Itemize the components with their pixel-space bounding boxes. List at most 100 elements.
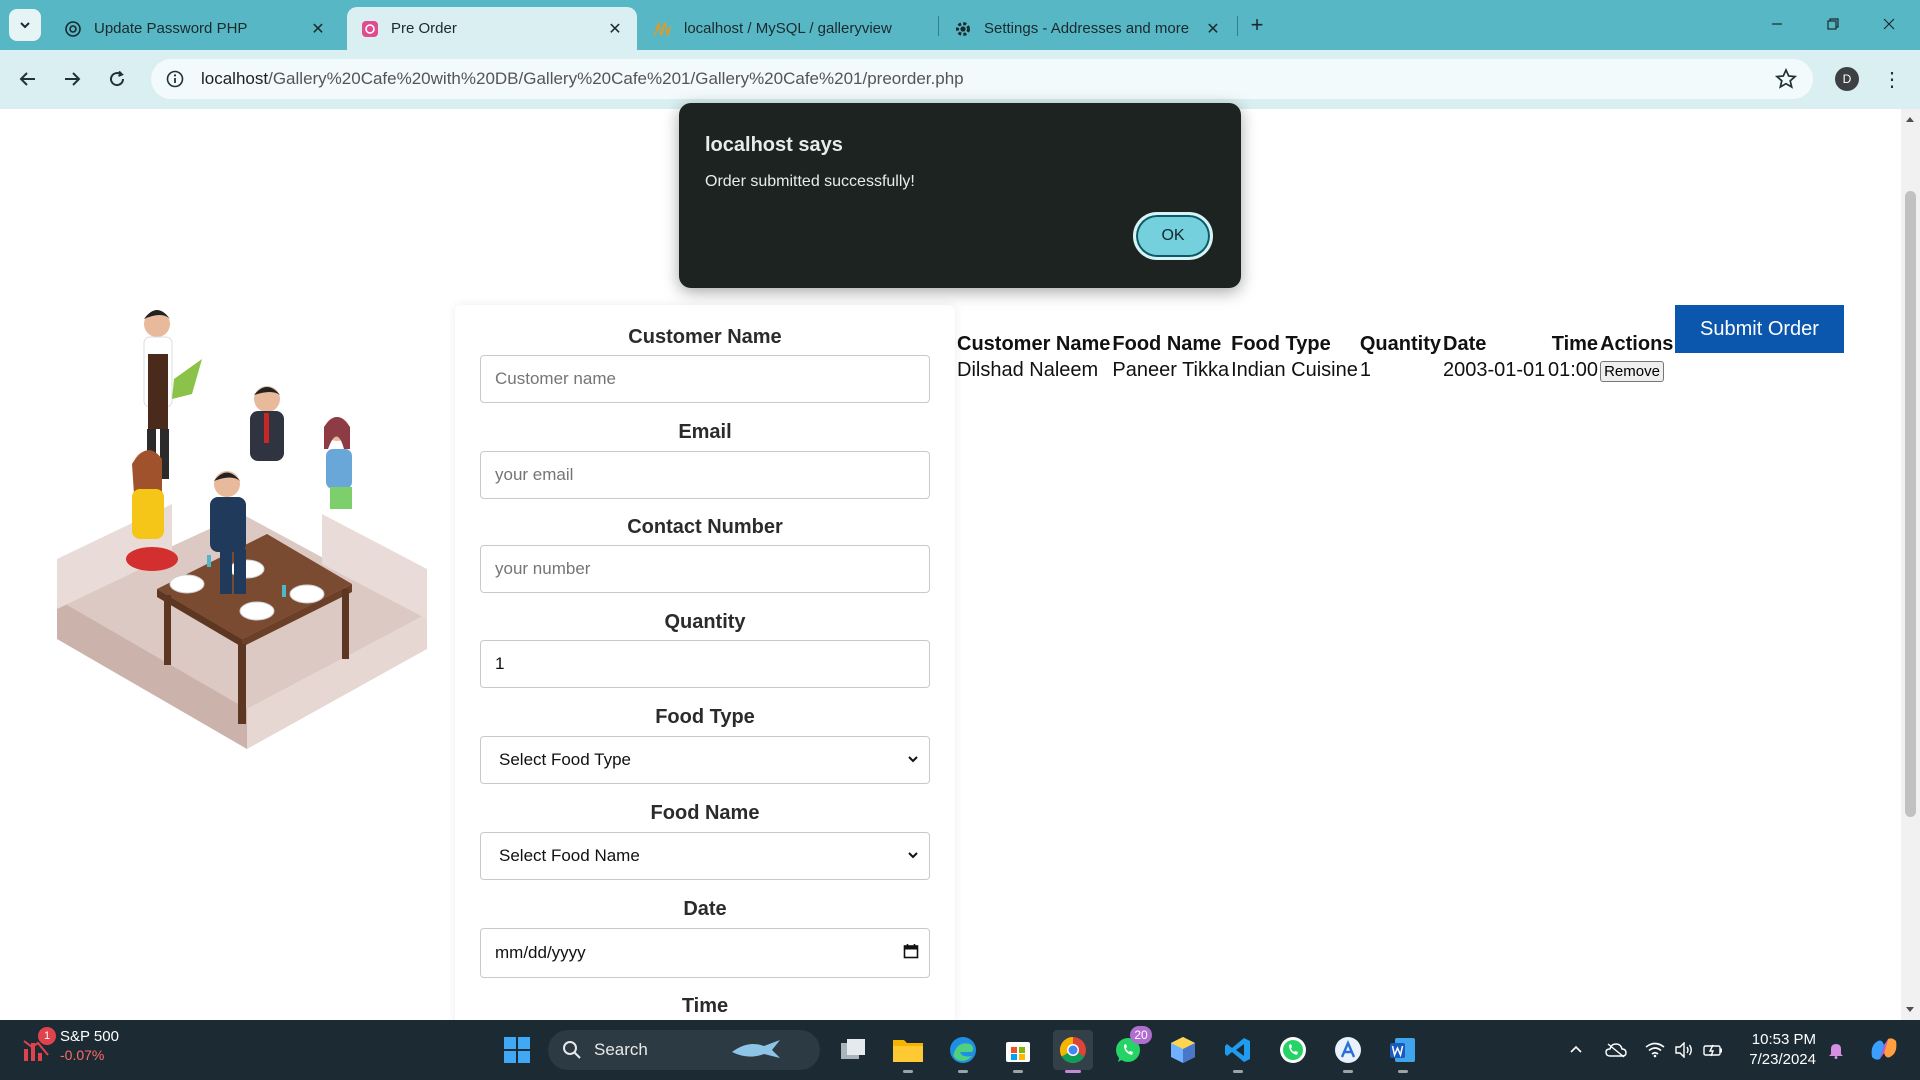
edge-icon bbox=[950, 1037, 976, 1063]
task-view-button[interactable] bbox=[834, 1030, 874, 1070]
plus-icon: + bbox=[1250, 12, 1264, 37]
url-path: /Gallery%20Cafe%20with%20DB/Gallery%20Ca… bbox=[268, 69, 964, 88]
whatsapp-icon bbox=[1280, 1037, 1306, 1063]
store-button[interactable] bbox=[998, 1030, 1038, 1073]
site-icon bbox=[361, 20, 379, 38]
system-clock[interactable]: 10:53 PM 7/23/2024 bbox=[1740, 1030, 1816, 1070]
chrome-icon bbox=[1059, 1036, 1086, 1064]
close-icon[interactable]: ✕ bbox=[1203, 19, 1223, 39]
new-tab-button[interactable]: + bbox=[1243, 11, 1271, 39]
scrollbar-thumb[interactable] bbox=[1905, 191, 1916, 817]
quantity-input[interactable]: 1 bbox=[480, 640, 930, 688]
food-type-select[interactable]: Select Food Type bbox=[480, 736, 930, 784]
submit-order-button[interactable]: Submit Order bbox=[1675, 305, 1844, 353]
openai-icon bbox=[64, 20, 82, 38]
restaurant-illustration bbox=[57, 310, 427, 749]
close-icon[interactable]: ✕ bbox=[308, 19, 328, 39]
cube-icon bbox=[1171, 1037, 1195, 1063]
tab-settings[interactable]: Settings - Addresses and more ✕ bbox=[940, 7, 1235, 50]
email-input[interactable]: your email bbox=[480, 451, 930, 499]
scroll-up-icon[interactable] bbox=[1906, 117, 1914, 122]
profile-avatar[interactable]: D bbox=[1835, 67, 1859, 91]
taskbar: 1 S&P 500 -0.07% Search 20 10:53 PM 7/23… bbox=[0, 1020, 1920, 1080]
search-icon bbox=[563, 1041, 581, 1059]
tab-divider bbox=[938, 16, 939, 36]
gear-icon bbox=[954, 20, 972, 38]
app-button[interactable] bbox=[1163, 1030, 1203, 1070]
contact-number-input[interactable]: your number bbox=[480, 545, 930, 593]
vscode-button[interactable] bbox=[1218, 1030, 1258, 1073]
forward-button[interactable] bbox=[55, 62, 89, 96]
table-cell: 2003-01-01 bbox=[1443, 358, 1546, 381]
edge-button[interactable] bbox=[943, 1030, 983, 1073]
scroll-down-icon[interactable] bbox=[1906, 1007, 1914, 1012]
chevron-down-icon bbox=[907, 752, 919, 768]
minimize-button[interactable] bbox=[1754, 8, 1800, 40]
bookmark-star-icon[interactable] bbox=[1774, 67, 1798, 95]
page-scrollbar[interactable] bbox=[1901, 109, 1920, 1020]
tab-update-password[interactable]: Update Password PHP ✕ bbox=[50, 7, 340, 50]
taskbar-search[interactable]: Search bbox=[548, 1030, 820, 1070]
onedrive-icon[interactable] bbox=[1604, 1038, 1628, 1062]
remove-button[interactable]: Remove bbox=[1600, 360, 1664, 382]
date-input[interactable]: mm/dd/yyyy bbox=[480, 928, 930, 978]
start-button[interactable] bbox=[497, 1030, 537, 1070]
running-indicator bbox=[1233, 1070, 1243, 1073]
notification-bell-icon[interactable] bbox=[1824, 1038, 1848, 1062]
widget-value: -0.07% bbox=[60, 1047, 105, 1063]
tab-phpmyadmin[interactable]: localhost / MySQL / galleryview bbox=[640, 7, 930, 50]
quantity-label: Quantity bbox=[664, 611, 746, 633]
tab-search-button[interactable] bbox=[9, 9, 41, 41]
word-button[interactable] bbox=[1383, 1030, 1423, 1073]
close-icon[interactable]: ✕ bbox=[605, 19, 625, 39]
stock-widget[interactable]: 1 S&P 500 -0.07% bbox=[22, 1027, 119, 1064]
time-label: Time bbox=[681, 995, 729, 1017]
app-store-button[interactable] bbox=[1328, 1030, 1368, 1073]
whatsapp-business-button[interactable]: 20 bbox=[1108, 1026, 1152, 1070]
table-cell: Paneer Tikka bbox=[1112, 358, 1230, 381]
restore-button[interactable] bbox=[1810, 8, 1856, 40]
battery-icon[interactable] bbox=[1702, 1038, 1726, 1062]
whatsapp-button[interactable] bbox=[1273, 1030, 1313, 1070]
vscode-icon bbox=[1225, 1038, 1250, 1062]
alert-ok-button[interactable]: OK bbox=[1133, 212, 1213, 260]
volume-icon[interactable] bbox=[1672, 1038, 1696, 1062]
orders-table: Customer Name Food Name Food Type Quanti… bbox=[957, 331, 1675, 383]
show-hidden-icons-button[interactable] bbox=[1564, 1038, 1588, 1062]
address-bar[interactable]: localhost/Gallery%20Cafe%20with%20DB/Gal… bbox=[151, 59, 1813, 99]
chevron-down-icon bbox=[907, 848, 919, 864]
contact-number-label: Contact Number bbox=[627, 516, 783, 538]
column-header: Food Name bbox=[1112, 332, 1222, 355]
chrome-button[interactable] bbox=[1053, 1030, 1093, 1073]
file-explorer-button[interactable] bbox=[888, 1030, 928, 1073]
widget-name: S&P 500 bbox=[60, 1028, 119, 1045]
customer-name-input[interactable]: Customer name bbox=[480, 355, 930, 403]
column-header: Food Type bbox=[1231, 332, 1331, 355]
food-name-label: Food Name bbox=[650, 802, 760, 824]
food-name-select[interactable]: Select Food Name bbox=[480, 832, 930, 880]
running-indicator bbox=[1065, 1070, 1081, 1073]
table-cell: 01:00 bbox=[1548, 358, 1599, 381]
chevron-down-icon bbox=[20, 22, 30, 29]
email-label: Email bbox=[678, 421, 732, 443]
arrow-right-icon bbox=[65, 72, 81, 86]
preorder-form: Customer Name Customer name Email your e… bbox=[455, 305, 955, 1020]
calendar-icon[interactable] bbox=[903, 943, 919, 964]
copilot-icon[interactable] bbox=[1866, 1034, 1902, 1064]
more-menu-icon[interactable]: ⋮ bbox=[1880, 64, 1904, 94]
table-cell: Indian Cuisine bbox=[1231, 358, 1358, 381]
table-row: Dilshad Naleem Paneer Tikka Indian Cuisi… bbox=[957, 357, 1675, 383]
column-header: Customer Name bbox=[957, 332, 1111, 355]
running-indicator bbox=[1013, 1070, 1023, 1073]
tab-pre-order[interactable]: Pre Order ✕ bbox=[347, 7, 637, 50]
info-icon[interactable] bbox=[155, 59, 195, 99]
table-cell: 1 bbox=[1359, 358, 1371, 381]
alert-title: localhost says bbox=[705, 134, 843, 156]
alert-message: Order submitted successfully! bbox=[705, 173, 915, 190]
close-window-button[interactable] bbox=[1866, 8, 1912, 40]
reload-button[interactable] bbox=[100, 62, 134, 96]
back-button[interactable] bbox=[11, 62, 45, 96]
browser-toolbar: localhost/Gallery%20Cafe%20with%20DB/Gal… bbox=[0, 50, 1920, 109]
wifi-icon[interactable] bbox=[1643, 1038, 1667, 1062]
column-header: Quantity bbox=[1359, 332, 1441, 355]
